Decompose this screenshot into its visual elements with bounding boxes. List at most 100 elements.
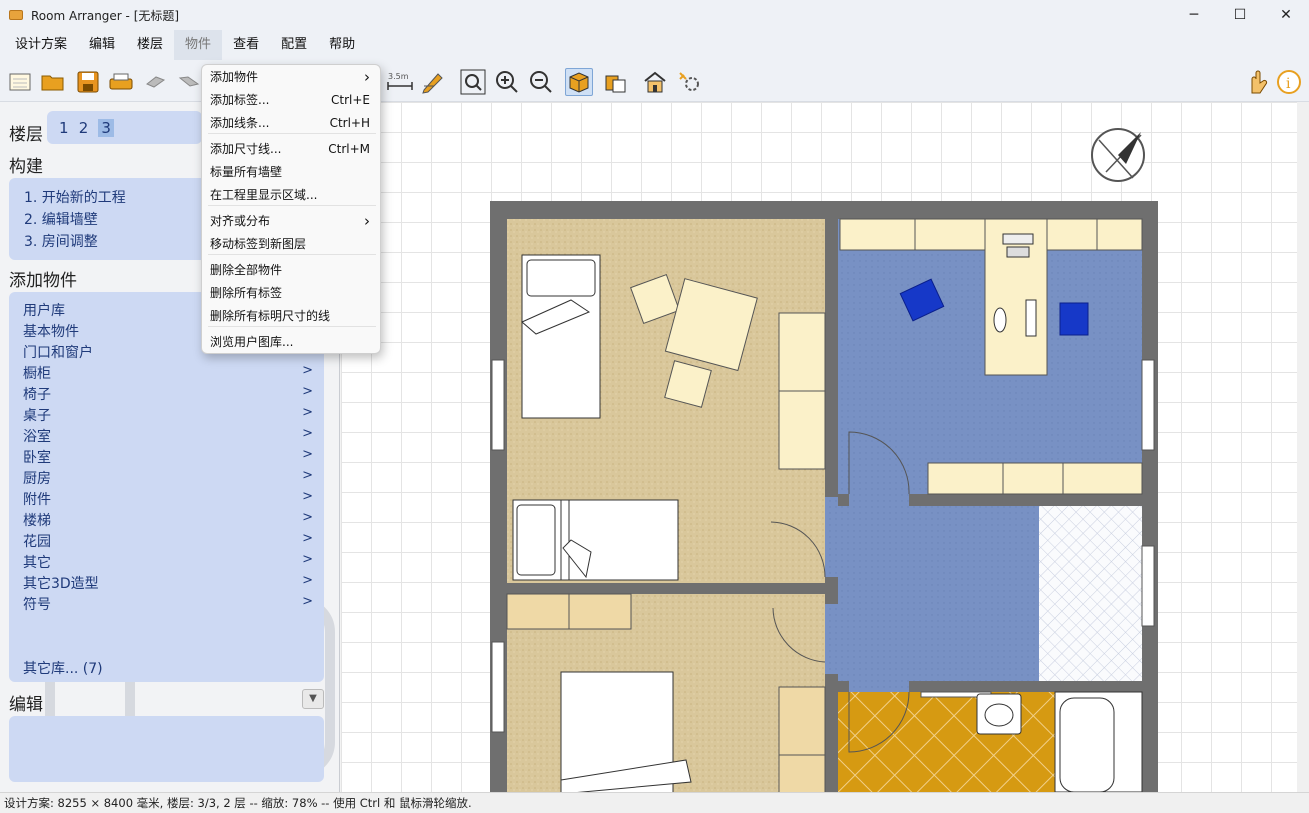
object-category-item[interactable]: 桌子 >: [23, 405, 313, 425]
print-icon[interactable]: [107, 68, 135, 96]
save-icon[interactable]: [74, 68, 102, 96]
hand-icon[interactable]: [1242, 68, 1270, 96]
cabinet[interactable]: [506, 593, 632, 630]
chevron-right-icon: >: [302, 384, 313, 399]
bed[interactable]: [512, 499, 679, 581]
object-category-item[interactable]: 椅子 >: [23, 384, 313, 404]
chevron-right-icon: >: [302, 552, 313, 567]
menu-config[interactable]: 配置: [270, 30, 318, 60]
menu-option[interactable]: 添加线条... Ctrl+H: [210, 113, 374, 133]
zoom-fit-icon[interactable]: [459, 68, 487, 96]
floor-1[interactable]: 1: [59, 119, 69, 137]
settings-icon[interactable]: [676, 68, 704, 96]
open-icon[interactable]: [39, 68, 67, 96]
chevron-right-icon: >: [302, 468, 313, 483]
menu-option-label: 浏览用户图库...: [210, 335, 294, 349]
3d-box-icon[interactable]: [565, 68, 593, 96]
new-icon[interactable]: [6, 68, 34, 96]
menu-option-label: 添加尺寸线...: [210, 142, 282, 156]
object-category-item[interactable]: 楼梯 >: [23, 510, 313, 530]
bed[interactable]: [560, 671, 692, 792]
hallway-floor[interactable]: [825, 506, 1039, 681]
3d-multi-icon[interactable]: [601, 68, 629, 96]
object-category-item[interactable]: 其它3D造型 >: [23, 573, 313, 593]
menu-option[interactable]: 标量所有墙壁: [210, 162, 374, 182]
menu-help[interactable]: 帮助: [318, 30, 366, 60]
close-button[interactable]: ✕: [1263, 0, 1309, 30]
floors-title: 楼层: [9, 125, 43, 145]
menu-option-label: 添加物件: [210, 70, 259, 84]
maximize-button[interactable]: ☐: [1217, 0, 1263, 30]
object-category-label: 其它: [23, 555, 51, 571]
object-category-label: 桌子: [23, 408, 51, 424]
other-libraries-link[interactable]: 其它库... (7): [23, 658, 313, 678]
house-icon[interactable]: [641, 68, 669, 96]
measure-icon[interactable]: 3.5m: [386, 68, 414, 96]
object-category-item[interactable]: 花园 >: [23, 531, 313, 551]
menu-separator: [208, 133, 376, 134]
interior-wall: [507, 583, 825, 594]
pencil-icon[interactable]: [419, 68, 447, 96]
menu-option-shortcut: Ctrl+M: [328, 142, 370, 156]
app-icon: [9, 10, 23, 20]
menu-option[interactable]: 添加标签... Ctrl+E: [210, 90, 374, 110]
object-category-label: 楼梯: [23, 513, 51, 529]
menu-option[interactable]: 对齐或分布 ›: [210, 211, 374, 231]
closet-floor[interactable]: [1039, 506, 1142, 681]
menu-option[interactable]: 浏览用户图库...: [210, 332, 374, 352]
menu-option-shortcut: Ctrl+E: [331, 93, 370, 107]
measure-label: 3.5m: [388, 72, 409, 81]
object-category-item[interactable]: 卧室 >: [23, 447, 313, 467]
menu-view[interactable]: 查看: [222, 30, 270, 60]
chevron-right-icon: >: [302, 426, 313, 441]
redo-icon[interactable]: [175, 68, 203, 96]
menu-option-shortcut: Ctrl+H: [329, 116, 370, 130]
object-category-item[interactable]: 符号 >: [23, 594, 313, 614]
menu-option[interactable]: 删除所有标签: [210, 283, 374, 303]
zoom-in-icon[interactable]: [493, 68, 521, 96]
submenu-arrow-icon: ›: [364, 68, 370, 86]
menu-option-label: 添加标签...: [210, 93, 270, 107]
menu-option[interactable]: 添加物件 ›: [210, 67, 374, 87]
object-category-item[interactable]: 橱柜 >: [23, 363, 313, 383]
office-chair[interactable]: [1059, 302, 1089, 336]
desk-row[interactable]: [927, 462, 1143, 495]
bed[interactable]: [521, 254, 601, 419]
wardrobe[interactable]: [778, 312, 826, 470]
menu-option-label: 删除所有标签: [210, 286, 283, 300]
chevron-right-icon: >: [302, 531, 313, 546]
menu-option[interactable]: 删除所有标明尺寸的线: [210, 306, 374, 326]
zoom-out-icon[interactable]: [527, 68, 555, 96]
menu-option[interactable]: 删除全部物件: [210, 260, 374, 280]
chevron-right-icon: >: [302, 594, 313, 609]
vertical-scrollbar[interactable]: [1297, 102, 1309, 792]
svg-text:i: i: [1286, 76, 1291, 92]
menu-option[interactable]: 在工程里显示区域...: [210, 185, 374, 205]
object-category-item[interactable]: 其它 >: [23, 552, 313, 572]
chevron-right-icon: >: [302, 489, 313, 504]
object-category-item[interactable]: 浴室 >: [23, 426, 313, 446]
object-category-label: 门口和窗户: [23, 345, 93, 361]
status-bar: 设计方案: 8255 × 8400 毫米, 楼层: 3/3, 2 层 -- 缩放…: [0, 792, 1309, 813]
menu-option-label: 移动标签到新图层: [210, 237, 307, 251]
menu-edit[interactable]: 编辑: [78, 30, 126, 60]
monitor-icon: [1025, 299, 1037, 337]
floor-3[interactable]: 3: [98, 119, 114, 137]
menu-floor[interactable]: 楼层: [126, 30, 174, 60]
menu-option[interactable]: 移动标签到新图层: [210, 234, 374, 254]
floor-2[interactable]: 2: [79, 119, 89, 137]
menu-objects[interactable]: 物件: [174, 30, 223, 60]
menu-option-label: 添加线条...: [210, 116, 270, 130]
floor-plan-canvas[interactable]: [341, 102, 1297, 792]
minimize-button[interactable]: ─: [1171, 0, 1217, 30]
object-category-item[interactable]: 附件 >: [23, 489, 313, 509]
build-title: 构建: [9, 157, 43, 177]
object-category-label: 其它3D造型: [23, 576, 99, 592]
undo-icon[interactable]: [141, 68, 169, 96]
menu-option[interactable]: 添加尺寸线... Ctrl+M: [210, 139, 374, 159]
edit-collapse-button[interactable]: ▼: [302, 689, 324, 709]
menu-design[interactable]: 设计方案: [4, 30, 78, 60]
wardrobe[interactable]: [778, 686, 826, 792]
info-icon[interactable]: i: [1275, 68, 1303, 96]
object-category-item[interactable]: 厨房 >: [23, 468, 313, 488]
